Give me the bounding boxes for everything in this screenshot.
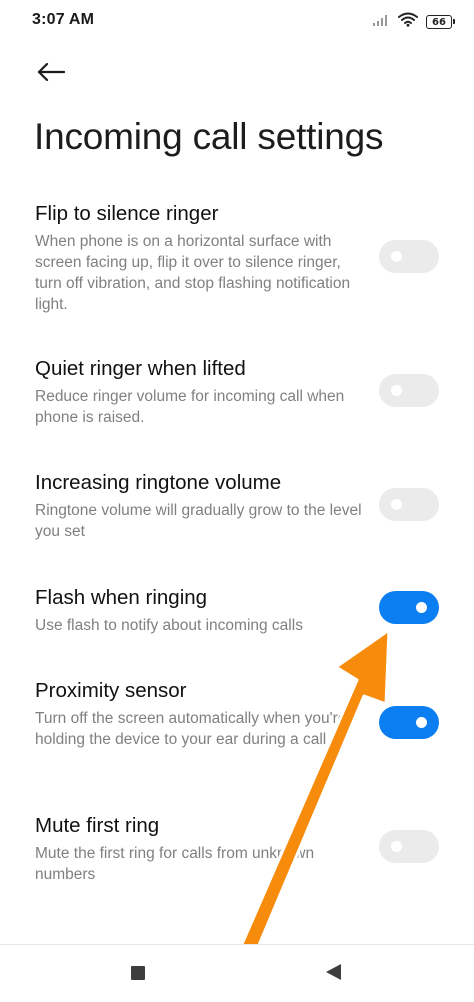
flash-when-ringing-toggle[interactable] [379, 591, 439, 624]
increasing-ringtone-toggle[interactable] [379, 488, 439, 521]
setting-description: When phone is on a horizontal surface wi… [35, 233, 351, 313]
setting-title: Increasing ringtone volume [35, 471, 282, 494]
setting-title: Mute first ring [35, 814, 160, 837]
setting-description: Turn off the screen automatically when y… [35, 710, 347, 748]
navigation-bar [0, 944, 474, 1002]
page-title: Incoming call settings [34, 116, 384, 157]
setting-flash-when-ringing[interactable]: Flash when ringing Use flash to notify a… [0, 585, 474, 645]
battery-icon: 66 [426, 15, 455, 29]
back-button[interactable] [34, 58, 68, 90]
setting-flip-to-silence[interactable]: Flip to silence ringer When phone is on … [0, 201, 474, 321]
setting-increasing-ringtone[interactable]: Increasing ringtone volume Ringtone volu… [0, 470, 474, 550]
status-icons: 66 [372, 12, 455, 32]
toggle-knob [391, 841, 402, 852]
mute-first-ring-toggle[interactable] [379, 830, 439, 863]
setting-title: Flash when ringing [35, 586, 208, 609]
setting-title: Proximity sensor [35, 679, 187, 702]
setting-title: Flip to silence ringer [35, 202, 219, 225]
setting-description: Use flash to notify about incoming calls [35, 617, 303, 634]
recents-square-icon[interactable] [131, 966, 145, 980]
setting-text: Proximity sensor Turn off the screen aut… [35, 678, 370, 750]
setting-text: Mute first ring Mute the first ring for … [35, 813, 370, 885]
setting-text: Increasing ringtone volume Ringtone volu… [35, 470, 370, 542]
status-bar: 3:07 AM 66 [0, 0, 474, 40]
setting-text: Flip to silence ringer When phone is on … [35, 201, 370, 315]
signal-icon [372, 13, 390, 32]
setting-title: Quiet ringer when lifted [35, 357, 246, 380]
setting-proximity-sensor[interactable]: Proximity sensor Turn off the screen aut… [0, 678, 474, 778]
toggle-knob [391, 499, 402, 510]
wifi-icon [398, 12, 418, 32]
flip-to-silence-toggle[interactable] [379, 240, 439, 273]
toggle-knob [391, 251, 402, 262]
toggle-knob [416, 717, 427, 728]
proximity-sensor-toggle[interactable] [379, 706, 439, 739]
setting-description: Mute the first ring for calls from unkno… [35, 845, 315, 883]
back-triangle-icon[interactable] [326, 964, 341, 980]
toggle-knob [416, 602, 427, 613]
setting-description: Reduce ringer volume for incoming call w… [35, 388, 345, 426]
setting-text: Quiet ringer when lifted Reduce ringer v… [35, 356, 370, 428]
quiet-ringer-toggle[interactable] [379, 374, 439, 407]
setting-quiet-ringer[interactable]: Quiet ringer when lifted Reduce ringer v… [0, 356, 474, 436]
setting-mute-first-ring[interactable]: Mute first ring Mute the first ring for … [0, 813, 474, 893]
status-time: 3:07 AM [32, 11, 95, 28]
setting-description: Ringtone volume will gradually grow to t… [35, 502, 362, 540]
toggle-knob [391, 385, 402, 396]
back-arrow-icon [37, 62, 66, 86]
setting-text: Flash when ringing Use flash to notify a… [35, 585, 370, 636]
